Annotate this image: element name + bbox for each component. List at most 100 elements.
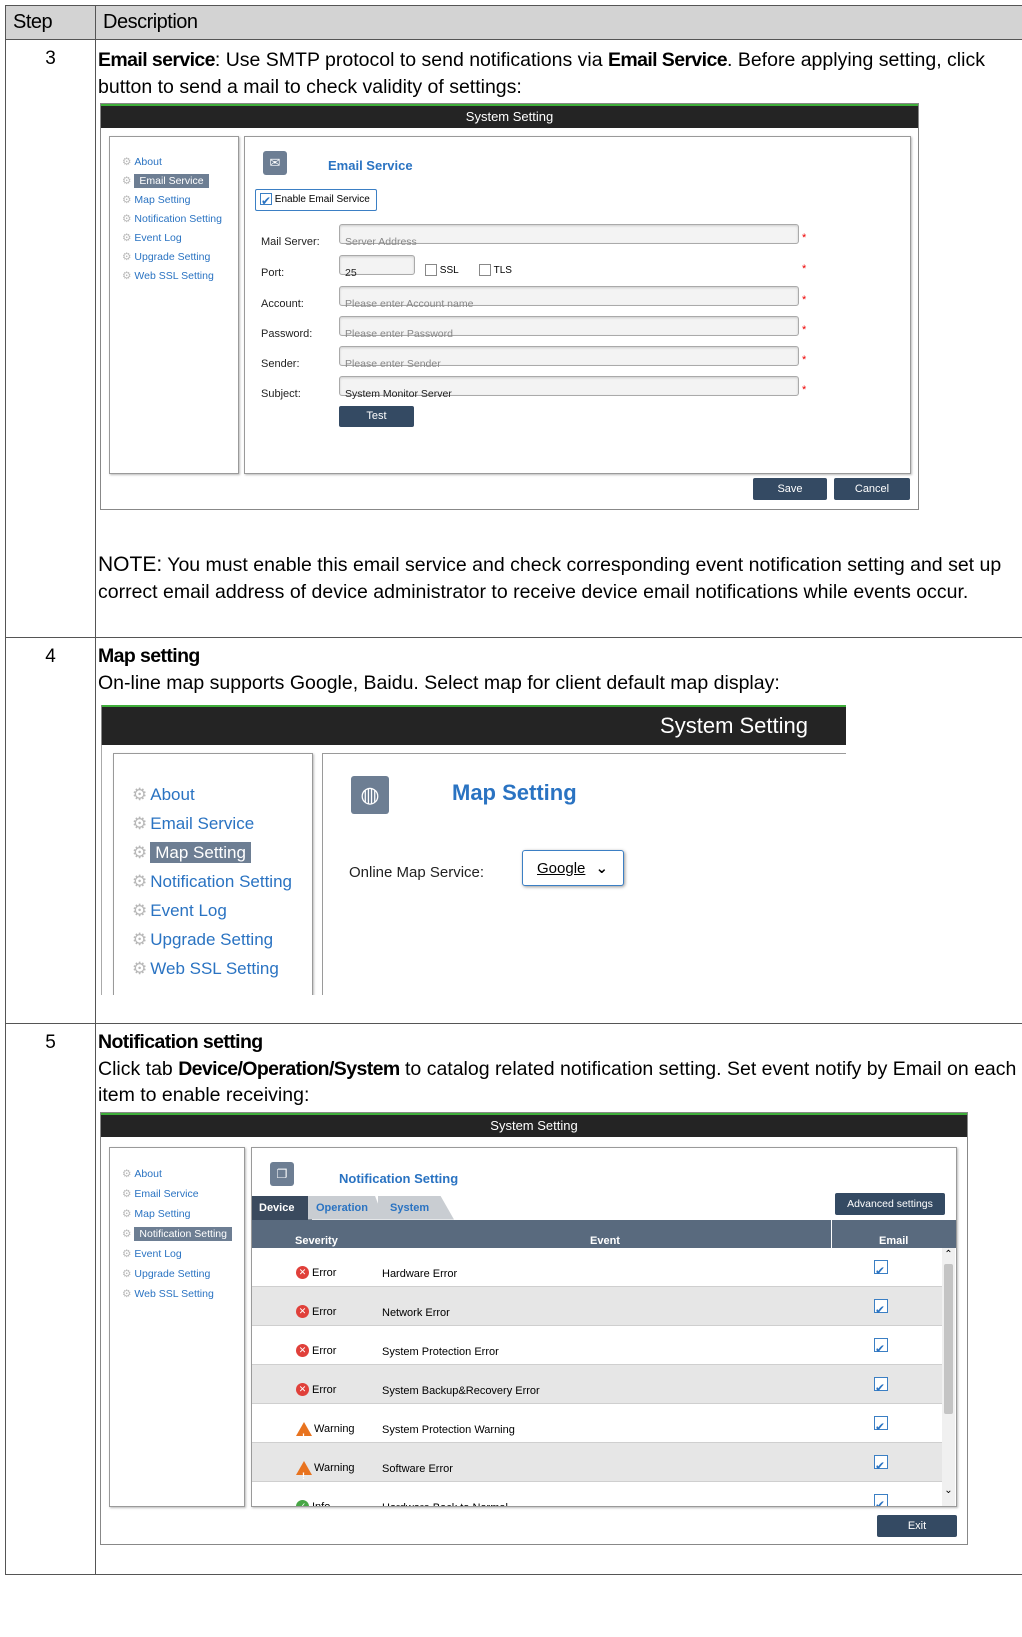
notification-list: ✕ErrorHardware Error✕ErrorNetwork Error ✕…	[252, 1247, 942, 1506]
required-mark: *	[802, 354, 807, 366]
test-button[interactable]: Test	[339, 406, 414, 427]
email-checkbox[interactable]	[874, 1375, 888, 1401]
step-number: 3	[5, 39, 96, 638]
password-input[interactable]: Please enter Password	[339, 316, 799, 340]
nav-item-about[interactable]: ⚙ About	[122, 1164, 244, 1184]
cancel-button[interactable]: Cancel	[834, 478, 910, 500]
email-checkbox[interactable]	[874, 1414, 888, 1440]
chevron-down-icon[interactable]: ⌄	[942, 1484, 955, 1498]
instruction-table: Step Description 3 Email service: Use SM…	[5, 5, 1022, 1575]
nav-item-map-setting[interactable]: ⚙ Map Setting	[122, 191, 238, 210]
panel-title: Map Setting	[452, 780, 577, 805]
tab-operation[interactable]: Operation	[308, 1195, 384, 1220]
step-5-intro: Click tab Device/Operation/System to cat…	[98, 1057, 1017, 1107]
nav-item-event-log[interactable]: ⚙ Event Log	[132, 896, 312, 925]
gear-icon: ⚙	[122, 251, 132, 263]
window-title: System Setting	[101, 104, 918, 128]
password-label: Password:	[261, 328, 313, 340]
gear-icon: ⚙	[132, 872, 148, 891]
step-3-intro: Email service: Use SMTP protocol to send…	[98, 49, 985, 98]
sender-input[interactable]: Please enter Sender	[339, 346, 799, 370]
map-setting-panel: ◍ Map Setting Online Map Service: Google…	[322, 753, 846, 995]
header-description: Description	[95, 5, 1022, 40]
gear-icon: ⚙	[132, 930, 148, 949]
gear-icon: ⚙	[122, 1247, 132, 1260]
gear-icon: ⚙	[132, 814, 148, 833]
tab-bar: Device Operation System	[252, 1195, 454, 1220]
email-checkbox[interactable]	[874, 1492, 888, 1506]
scrollbar[interactable]: ⌃ ⌄	[942, 1247, 955, 1506]
error-icon: ✕	[296, 1344, 309, 1358]
severity-cell: ✕ Error	[296, 1338, 336, 1365]
chevron-up-icon[interactable]: ⌃	[942, 1248, 955, 1262]
step-4-intro: On-line map supports Google, Baidu. Sele…	[98, 671, 780, 694]
online-map-label: Online Map Service:	[349, 864, 485, 881]
event-cell: System Backup&Recovery Error	[382, 1384, 540, 1397]
step-5-title: Notification setting	[98, 1031, 263, 1053]
table-row: ✕ Error System Backup&Recovery Error	[252, 1364, 942, 1404]
notification-setting-screenshot: System Setting ⚙ About ⚙ Email Service ⚙ Map …	[100, 1111, 968, 1545]
exit-button[interactable]: Exit	[877, 1514, 957, 1537]
nav-item-web-ssl-setting[interactable]: ⚙ Web SSL Setting	[122, 267, 238, 286]
tab-system[interactable]: System	[378, 1195, 454, 1220]
email-checkbox[interactable]	[874, 1297, 888, 1323]
nav-item-web-ssl-setting[interactable]: ⚙ Web SSL Setting	[132, 954, 312, 983]
gear-icon: ⚙	[132, 901, 148, 920]
required-mark: *	[802, 232, 807, 244]
gear-icon: ⚙	[122, 213, 132, 225]
nav-item-email-service[interactable]: ⚙ Email Service	[132, 809, 312, 838]
enable-email-checkbox[interactable]: Enable Email Service	[255, 189, 377, 211]
step-number: 4	[5, 637, 96, 1024]
nav-item-web-ssl-setting[interactable]: ⚙ Web SSL Setting	[122, 1284, 244, 1304]
ssl-checkbox[interactable]: SSL	[425, 258, 459, 285]
port-label: Port:	[261, 267, 285, 279]
nav-item-event-log[interactable]: ⚙ Event Log	[122, 1244, 244, 1264]
account-input[interactable]: Please enter Account name	[339, 286, 799, 310]
port-input[interactable]: 25	[339, 255, 415, 279]
note-label: NOTE:	[98, 553, 163, 576]
gear-icon: ⚙	[132, 785, 148, 804]
mail-server-input[interactable]: Server Address	[339, 224, 799, 248]
warning-icon	[296, 1421, 312, 1450]
mail-server-label: Mail Server:	[261, 236, 320, 248]
nav-item-notification-setting[interactable]: ⚙ Notification Setting	[122, 210, 238, 229]
required-mark: *	[802, 384, 807, 396]
table-row: ✕ Error Network Error	[252, 1286, 942, 1326]
gear-icon: ⚙	[122, 1187, 132, 1200]
map-service-select[interactable]: Google ⌄	[522, 850, 624, 886]
gear-icon: ⚙	[122, 175, 132, 187]
notification-setting-panel: ❐ Notification Setting Device Operation …	[251, 1146, 957, 1507]
settings-nav: ⚙ About ⚙ Email Service ⚙ Map Setting ⚙ Notific…	[109, 1146, 245, 1507]
severity-cell: ✓ Info	[296, 1494, 330, 1506]
globe-icon: ◍	[351, 776, 389, 814]
nav-item-email-service[interactable]: ⚙ Email Service	[122, 172, 238, 191]
nav-item-about[interactable]: ⚙ About	[122, 153, 238, 172]
nav-item-upgrade-setting[interactable]: ⚙ Upgrade Setting	[122, 248, 238, 267]
scrollbar-thumb[interactable]	[944, 1263, 953, 1414]
severity-cell: Warning	[296, 1455, 355, 1489]
gear-icon: ⚙	[132, 959, 148, 978]
nav-item-upgrade-setting[interactable]: ⚙ Upgrade Setting	[122, 1264, 244, 1284]
tls-checkbox[interactable]: TLS	[479, 258, 512, 285]
nav-item-event-log[interactable]: ⚙ Event Log	[122, 229, 238, 248]
nav-item-notification-setting[interactable]: ⚙ Notification Setting	[132, 867, 312, 896]
subject-input[interactable]: System Monitor Server	[339, 376, 799, 400]
table-row: ✕ Error Hardware Error	[252, 1247, 942, 1287]
nav-item-notification-setting[interactable]: ⚙ Notification Setting	[122, 1224, 244, 1244]
nav-item-about[interactable]: ⚙ About	[132, 780, 312, 809]
event-cell: Software Error	[382, 1462, 453, 1475]
nav-item-map-setting[interactable]: ⚙ Map Setting	[122, 1204, 244, 1224]
window-title: System Setting	[101, 1112, 967, 1137]
step-5-row: 5 Notification setting Click tab Device/…	[5, 1023, 1022, 1575]
nav-item-upgrade-setting[interactable]: ⚙ Upgrade Setting	[132, 925, 312, 954]
email-checkbox[interactable]	[874, 1258, 888, 1284]
info-icon: ✓	[296, 1500, 309, 1506]
email-checkbox[interactable]	[874, 1336, 888, 1362]
nav-item-map-setting[interactable]: ⚙ Map Setting	[132, 838, 312, 867]
advanced-settings-button[interactable]: Advanced settings	[835, 1192, 945, 1215]
save-button[interactable]: Save	[753, 478, 827, 500]
email-checkbox[interactable]	[874, 1453, 888, 1479]
gear-icon: ⚙	[122, 156, 132, 168]
tab-device[interactable]: Device	[252, 1195, 312, 1220]
nav-item-email-service[interactable]: ⚙ Email Service	[122, 1184, 244, 1204]
